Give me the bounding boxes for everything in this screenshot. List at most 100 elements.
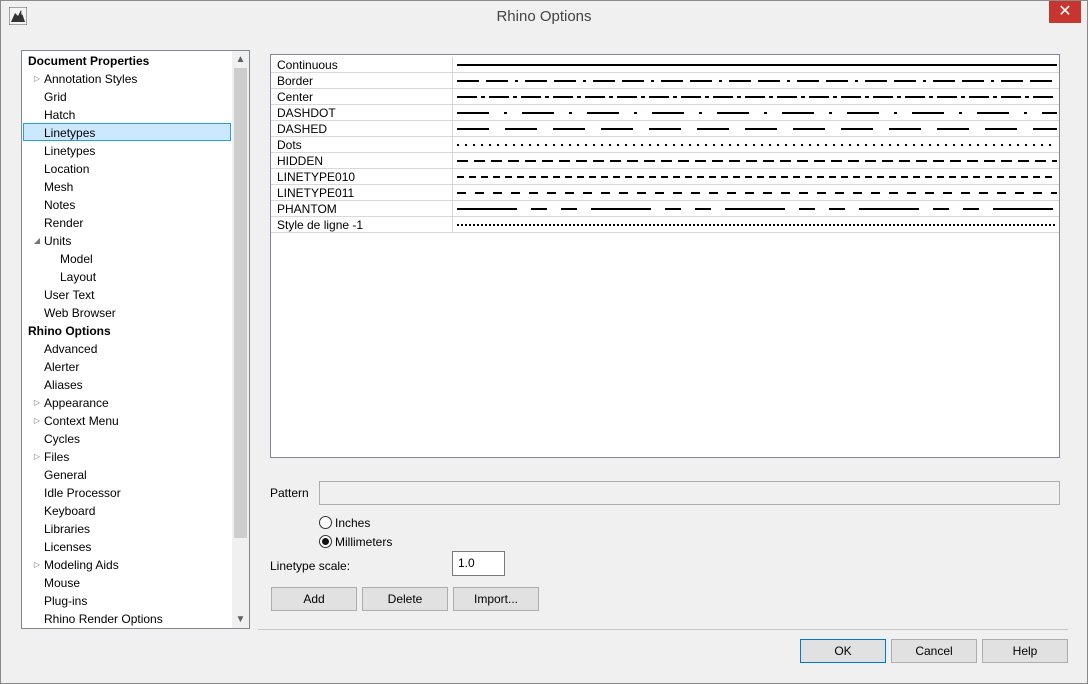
delete-button[interactable]: Delete [362,587,448,611]
tree-item-label: Grid [44,90,67,104]
close-button[interactable]: ✕ [1049,1,1081,23]
tree-item-label: Plug-ins [44,594,88,608]
help-button[interactable]: Help [982,639,1068,663]
tree-item[interactable]: Linetypes [22,124,230,142]
tree-item-label: Layout [60,270,97,284]
tree-item[interactable]: Grid [22,88,230,106]
inches-radio[interactable] [319,516,332,529]
tree-item[interactable]: Cycles [22,430,230,448]
tree-item[interactable]: Hatch [22,106,230,124]
collapsed-arrow-icon[interactable]: ▷ [32,70,42,88]
tree-item[interactable]: Rhino Render Options [22,610,230,628]
tree-item[interactable]: Mesh [22,178,230,196]
tree-section-header[interactable]: Document Properties [22,52,230,70]
title-bar[interactable]: 6 Rhino Options ✕ [1,1,1087,32]
linetype-row[interactable]: LINETYPE010 [271,169,1059,185]
linetype-name: Border [277,74,314,88]
tree-item[interactable]: Layout [22,268,230,286]
tree-item[interactable]: Keyboard [22,502,230,520]
linetype-row[interactable]: Style de ligne -1 [271,217,1059,233]
tree-item-label: Advanced [44,342,98,356]
tree-item-label: Location [44,162,90,176]
linetype-name: DASHED [277,122,328,136]
linetype-row[interactable]: Border [271,73,1059,89]
linetype-name: Continuous [277,58,338,72]
linetype-list[interactable]: Continuous Border Center DASHDOT DASHED Dots H… [270,54,1060,458]
tree-item[interactable]: Model [22,250,230,268]
column-divider [452,217,453,232]
tree-item[interactable]: General [22,466,230,484]
collapsed-arrow-icon[interactable]: ▷ [32,394,42,412]
linetype-preview [457,128,1057,130]
tree-item[interactable]: Idle Processor [22,484,230,502]
linetype-name: LINETYPE011 [277,186,355,200]
linetype-row[interactable]: DASHDOT [271,105,1059,121]
tree-item[interactable]: ▷ Files [22,448,230,466]
tree-item[interactable]: Licenses [22,538,230,556]
tree-item-label: Mesh [44,180,74,194]
tree-item[interactable]: Web Browser [22,304,230,322]
linetype-row[interactable]: Continuous [271,57,1059,73]
linetype-row[interactable]: PHANTOM [271,201,1059,217]
cancel-button[interactable]: Cancel [891,639,977,663]
tree-item-label: Rhino Options [28,324,111,338]
tree-item-label: Mouse [44,576,81,590]
millimeters-label[interactable]: Millimeters [335,534,392,550]
tree-item[interactable]: Aliases [22,376,230,394]
linetype-row[interactable]: Dots [271,137,1059,153]
collapsed-arrow-icon[interactable]: ▷ [32,412,42,430]
tree-item[interactable]: ◢ Units [22,232,230,250]
tree-item[interactable]: Advanced [22,340,230,358]
tree-item-label: Appearance [44,396,109,410]
tree-item-label: Document Properties [28,54,150,68]
collapsed-arrow-icon[interactable]: ▷ [32,448,42,466]
tree-section-header[interactable]: Rhino Options [22,322,230,340]
pattern-field[interactable] [319,481,1060,505]
tree-item-label: Cycles [44,432,81,446]
tree-item-label: Modeling Aids [44,558,119,572]
inches-label[interactable]: Inches [335,515,370,531]
tree-item[interactable]: Alerter [22,358,230,376]
collapsed-arrow-icon[interactable]: ▷ [32,556,42,574]
tree-item-label: Aliases [44,378,83,392]
tree-item-label: Units [44,234,72,248]
tree-item[interactable]: Libraries [22,520,230,538]
close-icon: ✕ [1058,3,1072,20]
tree-item[interactable]: ▷ Appearance [22,394,230,412]
options-tree[interactable]: ▲ ▼ Document Properties ▷ Annotation Style… [21,50,250,629]
tree-item[interactable]: User Text [22,286,230,304]
millimeters-radio[interactable] [319,535,332,548]
add-button[interactable]: Add [271,587,357,611]
pattern-label: Pattern [270,486,309,500]
tree-item-label: Linetypes [44,126,96,140]
tree-item[interactable]: ▷ Annotation Styles [22,70,230,88]
tree-item-label: Web Browser [44,306,116,320]
tree-item-label: Alerter [44,360,80,374]
linetype-row[interactable]: Center [271,89,1059,105]
linetype-name: DASHDOT [277,106,336,120]
linetype-row[interactable]: LINETYPE011 [271,185,1059,201]
tree-item[interactable]: Render [22,214,230,232]
tree-item[interactable]: ▷ Modeling Aids [22,556,230,574]
scroll-up-arrow-icon[interactable]: ▲ [232,51,249,68]
expanded-arrow-icon[interactable]: ◢ [32,232,42,250]
linetype-name: Style de ligne -1 [277,218,364,232]
tree-item[interactable]: Mouse [22,574,230,592]
tree-item-label: Hatch [44,108,76,122]
tree-item[interactable]: Location [22,160,230,178]
column-divider [452,89,453,104]
tree-item[interactable]: Plug-ins [22,592,230,610]
import-button[interactable]: Import... [453,587,539,611]
scrollbar-thumb[interactable] [234,68,247,538]
linetype-name: Dots [277,138,302,152]
linetype-scale-input[interactable]: 1.0 [452,551,505,576]
tree-scrollbar[interactable]: ▲ ▼ [232,51,249,628]
linetype-row[interactable]: HIDDEN [271,153,1059,169]
ok-button[interactable]: OK [800,639,886,663]
tree-item-label: Libraries [44,522,91,536]
tree-item[interactable]: Linetypes [22,142,230,160]
tree-item[interactable]: ▷ Context Menu [22,412,230,430]
scroll-down-arrow-icon[interactable]: ▼ [232,611,249,628]
tree-item[interactable]: Notes [22,196,230,214]
linetype-row[interactable]: DASHED [271,121,1059,137]
